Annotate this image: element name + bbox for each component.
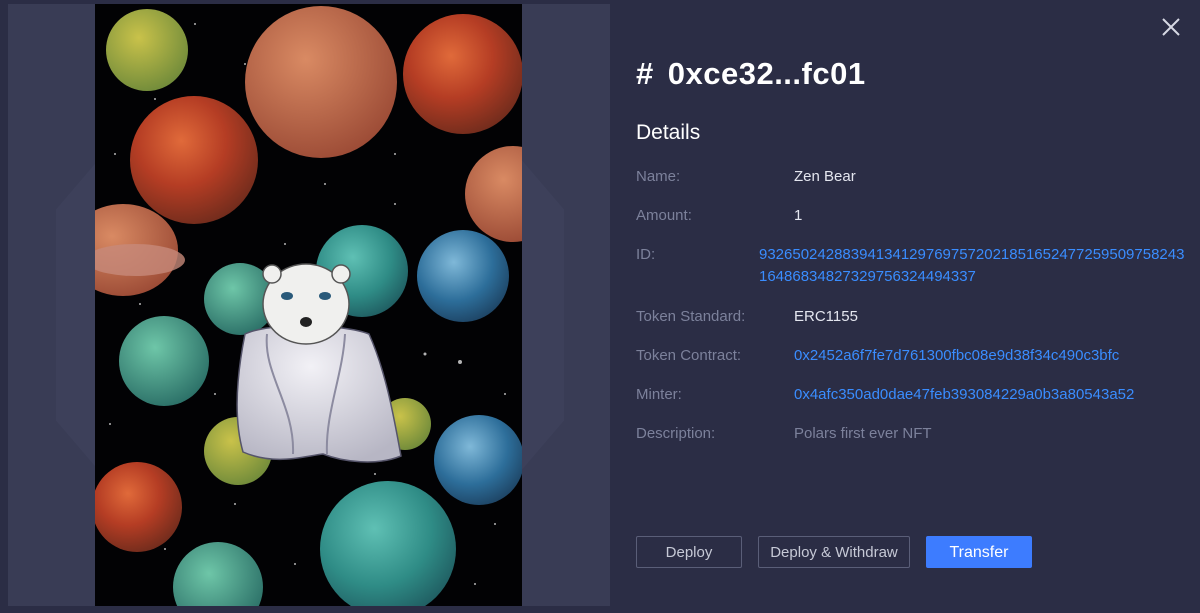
id-label: ID: [636,246,656,263]
name-label: Name: [636,168,681,185]
description-label: Description: [636,425,716,442]
token-short-id: 0xce32...fc01 [667,56,866,91]
details-heading: Details [636,121,701,144]
hash-symbol: # [636,56,654,91]
transfer-button[interactable]: Transfer [926,536,1032,568]
zen-bear-image [95,4,522,606]
token-standard-label: Token Standard: [636,308,746,325]
deploy-button[interactable]: Deploy [636,536,742,568]
nft-artwork [95,4,522,606]
amount-label: Amount: [636,207,692,224]
nft-title: #0xce32...fc01 [636,56,866,92]
name-value: Zen Bear [794,168,856,185]
token-standard-value: ERC1155 [794,308,858,325]
token-contract-link[interactable]: 0x2452a6f7fe7d761300fbc08e9d38f34c490c3b… [794,345,1119,367]
minter-link[interactable]: 0x4afc350ad0dae47feb393084229a0b3a80543a… [794,384,1134,406]
amount-value: 1 [794,207,803,224]
minter-label: Minter: [636,386,682,403]
deploy-withdraw-button[interactable]: Deploy & Withdraw [758,536,910,568]
close-icon[interactable] [1160,16,1182,38]
description-value: Polars first ever NFT [794,425,932,442]
token-contract-label: Token Contract: [636,347,742,364]
id-value-link[interactable]: 9326502428839413412976975720218516524772… [759,244,1191,288]
